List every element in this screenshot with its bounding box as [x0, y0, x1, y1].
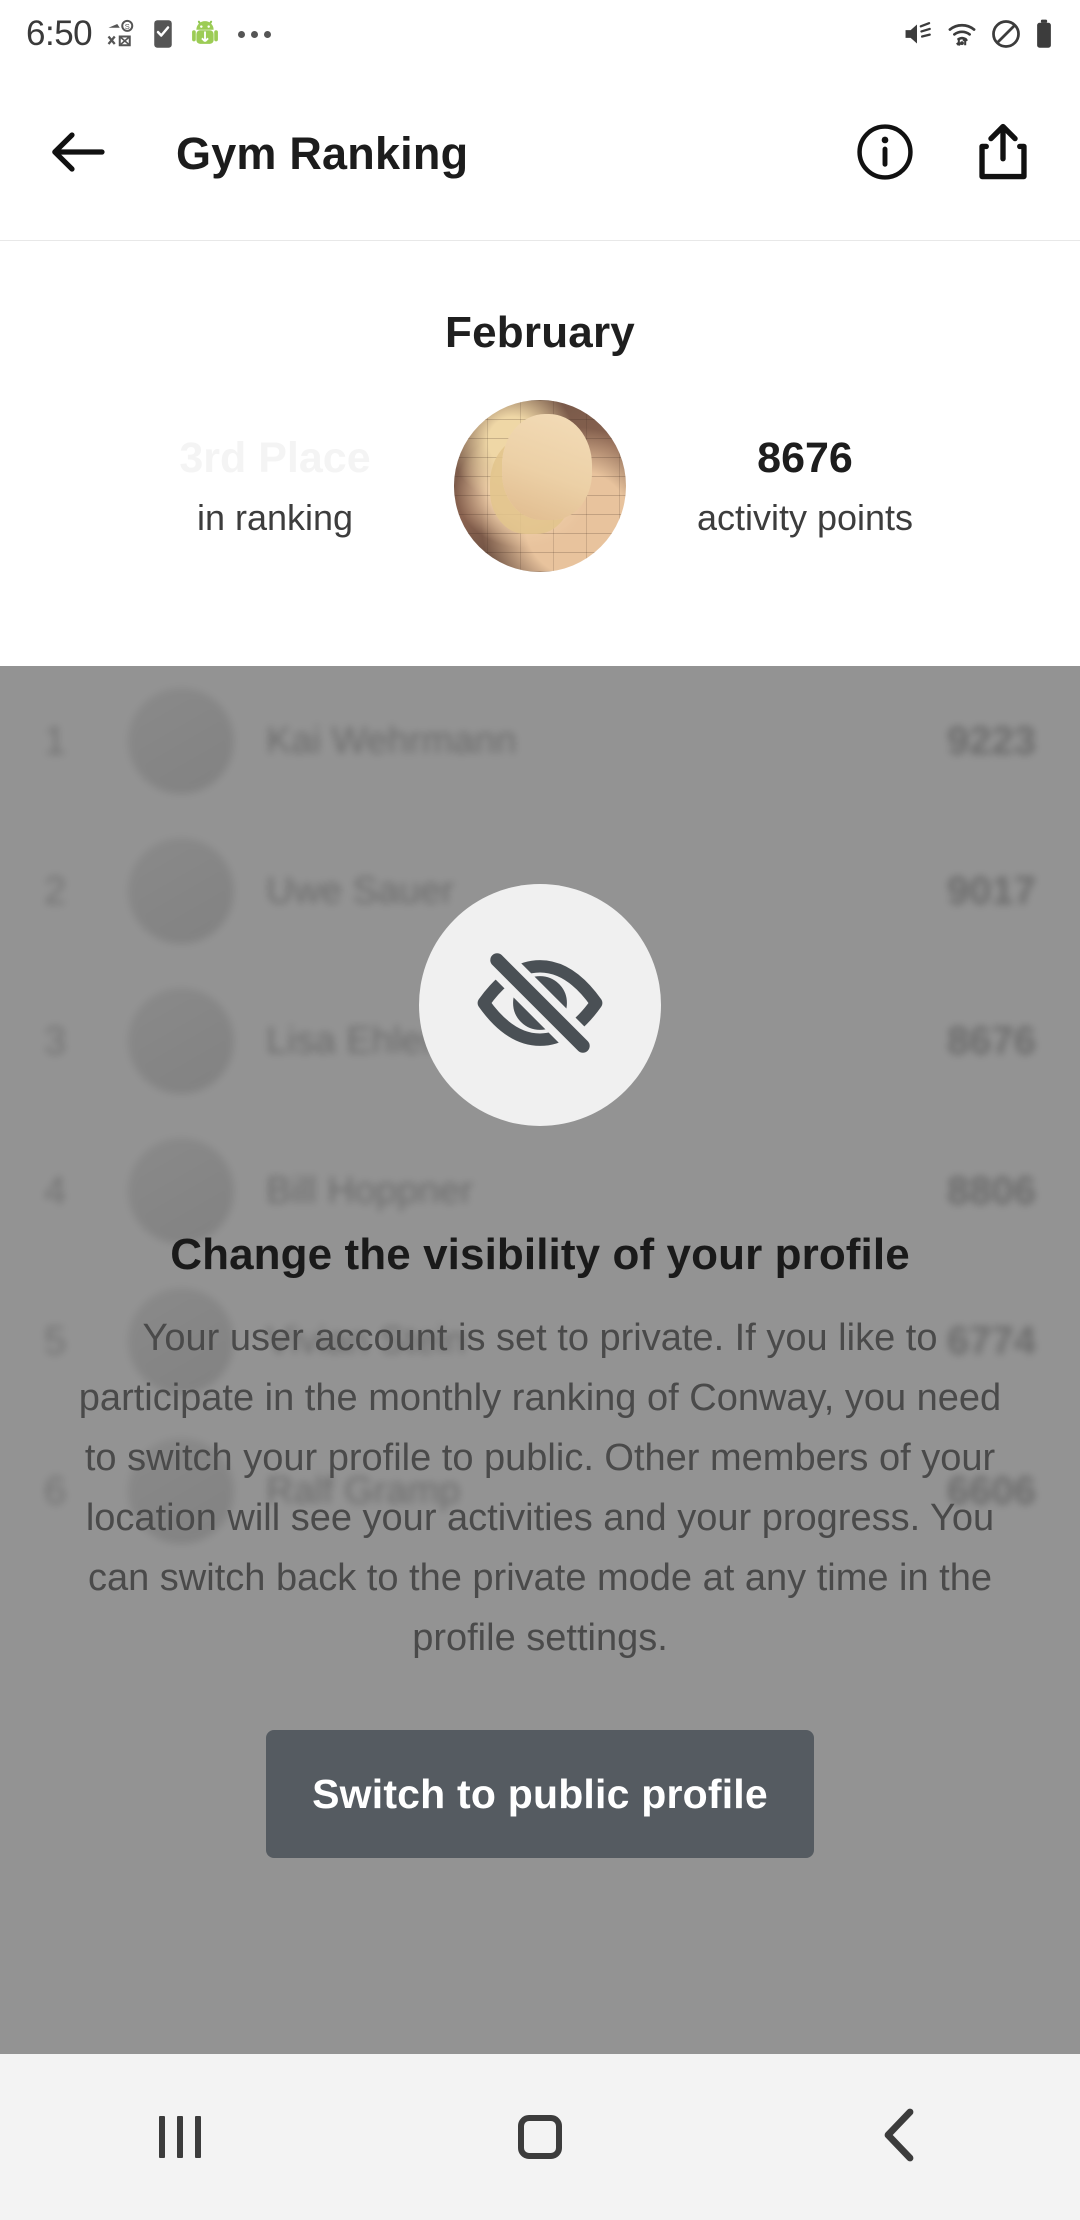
app-bar: Gym Ranking: [0, 68, 1080, 241]
phone-screen: 6:50 S Gym Ranking February 3rd Place in…: [0, 0, 1080, 2220]
mute-icon: [901, 20, 933, 48]
do-not-disturb-icon: [991, 19, 1021, 49]
recents-icon: [159, 2116, 201, 2158]
summary-stats-row: 3rd Place in ranking 8676 activity point…: [0, 400, 1080, 572]
profile-visibility-dialog: Change the visibility of your profile Yo…: [0, 666, 1080, 2054]
dialog-title: Change the visibility of your profile: [170, 1230, 910, 1279]
svg-text:S: S: [125, 22, 130, 31]
dialog-body-text: Your user account is set to private. If …: [78, 1317, 1002, 1659]
battery-icon: [1034, 19, 1054, 49]
month-summary-section: February 3rd Place in ranking 8676 activ…: [0, 242, 1080, 666]
page-title: Gym Ranking: [176, 128, 469, 179]
more-notifications-icon: [238, 30, 272, 38]
avatar: [454, 400, 626, 572]
wifi-icon: [946, 20, 978, 48]
home-icon: [518, 2115, 562, 2159]
chevron-left-icon: [878, 2108, 922, 2167]
switch-to-public-profile-button[interactable]: Switch to public profile: [266, 1730, 814, 1858]
back-arrow-icon[interactable]: [50, 129, 106, 180]
checklist-icon: [150, 19, 176, 49]
recents-button[interactable]: [90, 2116, 270, 2158]
transfer-failed-icon: S: [106, 19, 136, 49]
rank-value: 3rd Place: [179, 434, 371, 483]
rank-label: in ranking: [196, 496, 354, 538]
info-icon[interactable]: [856, 123, 914, 186]
rank-stat: 3rd Place in ranking: [110, 433, 440, 539]
status-bar: 6:50 S: [0, 0, 1080, 68]
nav-back-button[interactable]: [810, 2108, 990, 2167]
status-bar-clock: 6:50: [26, 14, 93, 53]
eye-off-icon: [469, 932, 611, 1079]
android-nav-bar: [0, 2054, 1080, 2220]
points-value: 8676: [757, 434, 853, 483]
app-bar-actions: [856, 123, 1030, 186]
share-icon[interactable]: [976, 123, 1030, 186]
android-icon: [190, 18, 220, 50]
eye-off-icon-container: [419, 884, 661, 1126]
status-bar-left: 6:50 S: [26, 14, 272, 54]
points-stat: 8676 activity points: [640, 433, 970, 539]
home-button[interactable]: [450, 2115, 630, 2159]
points-label: activity points: [696, 496, 914, 538]
avatar-container: [440, 400, 640, 572]
status-bar-right: [901, 19, 1054, 49]
month-label: February: [445, 308, 635, 357]
